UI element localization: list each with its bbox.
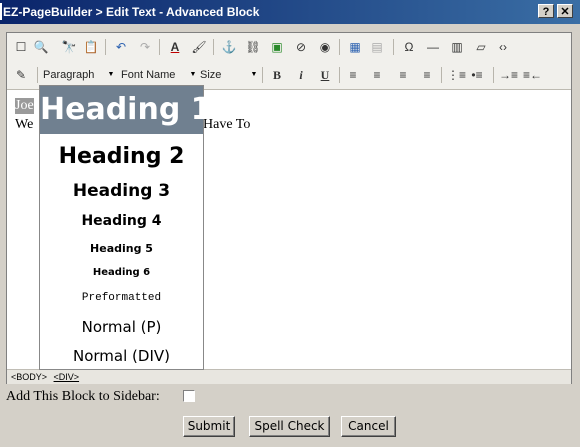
title-bar: EZ-PageBuilder > Edit Text - Advanced Bl… [0, 0, 580, 24]
unordered-list-icon[interactable]: •≡ [469, 67, 485, 83]
format-option-preformatted[interactable]: Preformatted [40, 289, 203, 307]
align-left-icon[interactable]: ≡ [345, 67, 361, 83]
sidebar-checkbox[interactable] [183, 390, 195, 402]
toolbar-separator [393, 39, 394, 55]
table-icon[interactable]: ▦ [347, 39, 363, 55]
toolbar-separator [339, 39, 340, 55]
bold-button[interactable]: B [269, 67, 285, 83]
font-select-value: Font Name [121, 69, 176, 81]
chevron-down-icon: ▼ [250, 71, 258, 78]
spell-check-button[interactable]: Spell Check [249, 416, 330, 437]
size-select[interactable]: Size ▼ [200, 66, 258, 84]
undo-icon[interactable]: ↶ [113, 39, 129, 55]
text-cursor [0, 3, 2, 20]
highlight-icon[interactable]: 🖌 [191, 39, 207, 55]
new-page-icon[interactable]: ☐ [13, 39, 29, 55]
toolbar-separator [441, 67, 442, 83]
ordered-list-icon[interactable]: ⋮≡ [447, 67, 466, 83]
justify-icon[interactable]: ≡ [419, 67, 435, 83]
format-option-normal-p[interactable]: Normal (P) [40, 315, 203, 339]
align-center-icon[interactable]: ≡ [369, 67, 385, 83]
redo-icon[interactable]: ↷ [137, 39, 153, 55]
chevron-down-icon: ▼ [107, 71, 115, 78]
toolbar-separator [262, 67, 263, 83]
edit-icon[interactable]: ✎ [13, 67, 29, 83]
image-icon[interactable]: ▣ [269, 39, 285, 55]
format-option-heading-6[interactable]: Heading 6 [40, 265, 203, 281]
close-button[interactable]: ✕ [557, 4, 573, 18]
toolbar-separator [213, 39, 214, 55]
media-icon[interactable]: ◉ [317, 39, 333, 55]
source-code-icon[interactable]: ‹› [495, 39, 511, 55]
format-select[interactable]: Paragraph ▼ [43, 66, 115, 84]
indent-icon[interactable]: →≡ [499, 67, 518, 83]
paste-icon[interactable]: 📋 [83, 39, 99, 55]
font-select[interactable]: Font Name ▼ [121, 66, 197, 84]
format-option-heading-4[interactable]: Heading 4 [40, 210, 203, 232]
find-icon[interactable]: 🔭 [61, 39, 77, 55]
underline-button[interactable]: U [317, 67, 333, 83]
toolbar-row-1: ☐ 🔍 🔭 📋 ↶ ↷ A 🖌 ⚓ ⛓ ▣ ⊘ ◉ ▦ ▤ Ω — ▥ ▱ ‹› [7, 33, 571, 62]
cancel-button[interactable]: Cancel [341, 416, 396, 437]
preview-icon[interactable]: 🔍 [33, 39, 49, 55]
format-option-heading-2[interactable]: Heading 2 [40, 142, 203, 172]
toolbar-separator [339, 67, 340, 83]
flash-icon[interactable]: ⊘ [293, 39, 309, 55]
align-right-icon[interactable]: ≡ [395, 67, 411, 83]
format-option-heading-5[interactable]: Heading 5 [40, 240, 203, 258]
help-button[interactable]: ? [538, 4, 554, 18]
eraser-icon[interactable]: ▱ [473, 39, 489, 55]
toolbar-separator [493, 67, 494, 83]
special-char-icon[interactable]: Ω [401, 39, 417, 55]
path-body-tag[interactable]: <BODY> [11, 372, 47, 382]
editor-line-2-start: We [15, 117, 34, 132]
table-properties-icon[interactable]: ▤ [369, 39, 385, 55]
horizontal-rule-icon[interactable]: — [425, 39, 441, 55]
submit-button[interactable]: Submit [183, 416, 235, 437]
toolbar-separator [105, 39, 106, 55]
form-icon[interactable]: ▥ [449, 39, 465, 55]
format-dropdown-list: Heading 1 Heading 2 Heading 3 Heading 4 … [39, 85, 212, 370]
format-option-normal-div[interactable]: Normal (DIV) [40, 344, 203, 368]
editor-line-1: Joe [15, 98, 34, 114]
anchor-icon[interactable]: ⚓ [221, 39, 237, 55]
outdent-icon[interactable]: ≡← [523, 67, 542, 83]
path-div-tag[interactable]: <DIV> [54, 372, 80, 382]
window-title: EZ-PageBuilder > Edit Text - Advanced Bl… [3, 5, 260, 19]
size-select-value: Size [200, 69, 222, 81]
format-select-value: Paragraph [43, 69, 95, 81]
sidebar-checkbox-label: Add This Block to Sidebar: [6, 389, 160, 404]
link-icon[interactable]: ⛓ [245, 39, 261, 55]
chevron-down-icon: ▼ [189, 71, 197, 78]
format-option-heading-3[interactable]: Heading 3 [40, 178, 203, 204]
toolbar-separator [159, 39, 160, 55]
text-color-icon[interactable]: A [167, 39, 183, 55]
toolbar-separator [37, 67, 38, 83]
italic-button[interactable]: i [293, 67, 309, 83]
element-path-bar: <BODY> <DIV> [7, 369, 571, 384]
format-option-heading-1[interactable]: Heading 1 [40, 86, 212, 134]
